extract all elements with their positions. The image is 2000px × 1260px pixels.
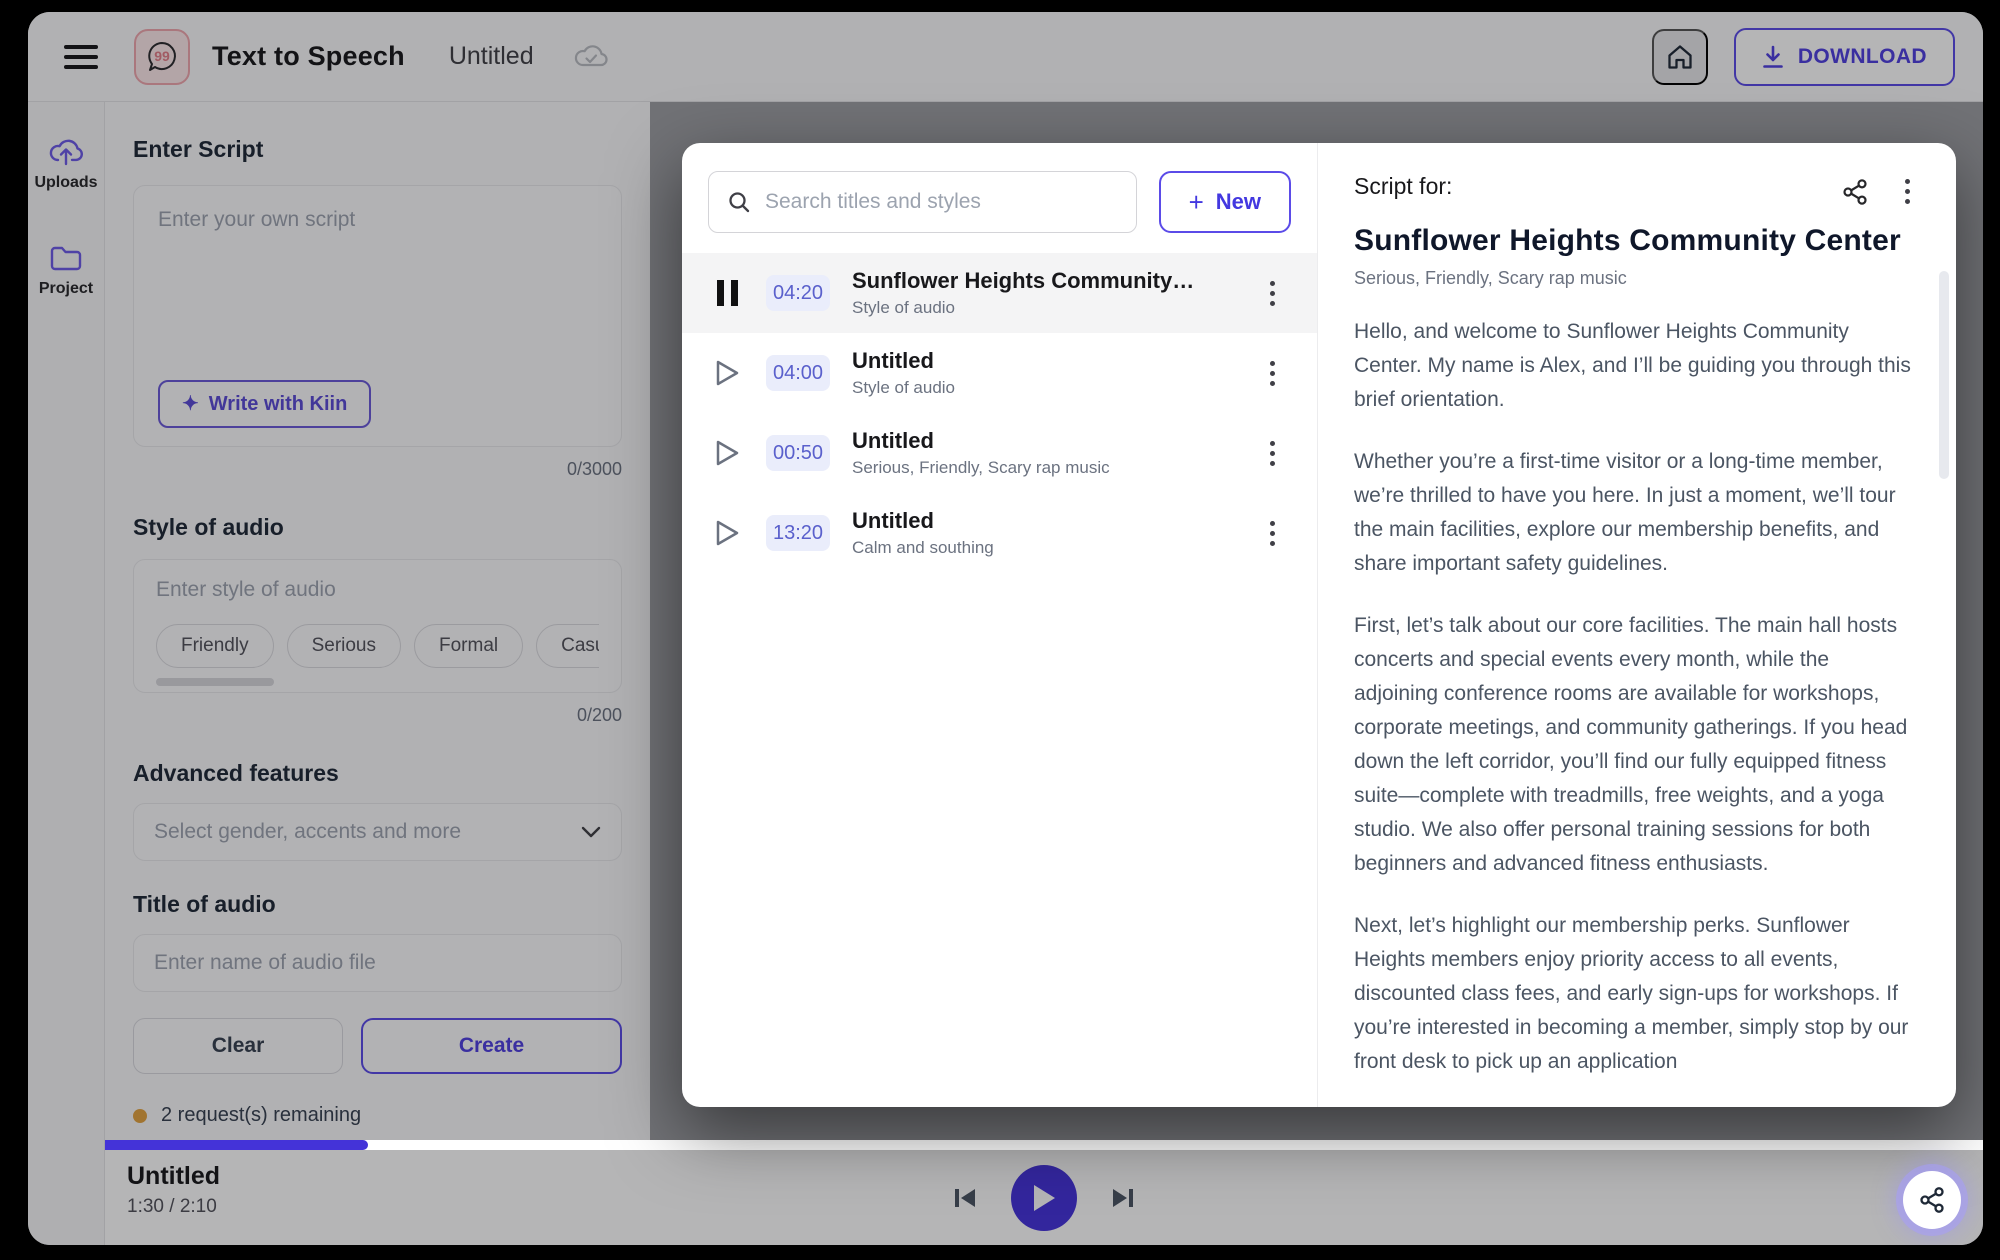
play-icon[interactable] <box>712 519 742 547</box>
plus-icon: + <box>1189 187 1204 218</box>
track-title: Untitled <box>852 508 1264 534</box>
track-menu-icon[interactable] <box>1264 515 1281 552</box>
duration-badge: 00:50 <box>766 435 830 471</box>
duration-badge: 04:00 <box>766 355 830 391</box>
share-icon <box>1918 1186 1946 1214</box>
progress-fill <box>105 1140 368 1150</box>
script-menu-icon[interactable] <box>1899 173 1916 210</box>
script-scrollbar[interactable] <box>1939 271 1949 479</box>
track-title: Untitled <box>852 348 1264 374</box>
playback-progress-track[interactable] <box>105 1140 1983 1150</box>
script-paragraph: Next, let’s highlight our membership per… <box>1354 909 1916 1079</box>
script-title: Sunflower Heights Community Center <box>1354 224 1916 258</box>
share-audio-button[interactable] <box>1903 1171 1961 1229</box>
track-title: Untitled <box>852 428 1264 454</box>
play-icon[interactable] <box>712 359 742 387</box>
script-styles: Serious, Friendly, Scary rap music <box>1354 268 1916 289</box>
track-row-active[interactable]: 04:20 Sunflower Heights Community… Style… <box>682 253 1317 333</box>
track-list: 04:20 Sunflower Heights Community… Style… <box>682 253 1317 573</box>
track-subtitle: Calm and southing <box>852 538 1264 558</box>
search-input[interactable] <box>765 190 1118 214</box>
search-field <box>708 171 1137 233</box>
play-icon[interactable] <box>712 439 742 467</box>
track-row[interactable]: 00:50 Untitled Serious, Friendly, Scary … <box>682 413 1317 493</box>
script-paragraph: First, let’s talk about our core facilit… <box>1354 609 1916 881</box>
duration-badge: 13:20 <box>766 515 830 551</box>
track-list-panel: + New 04:20 Sunflower Heights Community…… <box>682 143 1318 1107</box>
pause-icon[interactable] <box>712 280 742 306</box>
track-subtitle: Style of audio <box>852 298 1264 318</box>
script-paragraph: Whether you’re a first-time visitor or a… <box>1354 445 1916 581</box>
duration-badge: 04:20 <box>766 275 830 311</box>
track-row[interactable]: 13:20 Untitled Calm and southing <box>682 493 1317 573</box>
track-menu-icon[interactable] <box>1264 275 1281 312</box>
new-audio-button[interactable]: + New <box>1159 171 1291 233</box>
script-panel: Script for: Sunflower Heights Community … <box>1318 143 1956 1107</box>
track-row[interactable]: 04:00 Untitled Style of audio <box>682 333 1317 413</box>
share-icon[interactable] <box>1841 178 1869 206</box>
search-icon <box>727 190 751 214</box>
track-subtitle: Serious, Friendly, Scary rap music <box>852 458 1264 478</box>
new-button-label: New <box>1216 189 1261 215</box>
script-for-label: Script for: <box>1354 173 1452 200</box>
track-menu-icon[interactable] <box>1264 355 1281 392</box>
script-paragraph: Hello, and welcome to Sunflower Heights … <box>1354 315 1916 417</box>
library-modal: + New 04:20 Sunflower Heights Community…… <box>682 143 1956 1107</box>
track-subtitle: Style of audio <box>852 378 1264 398</box>
app-window: 99 Text to Speech Untitled DOWNLOAD <box>28 12 1983 1245</box>
track-title: Sunflower Heights Community… <box>852 268 1264 294</box>
track-menu-icon[interactable] <box>1264 435 1281 472</box>
script-body: Hello, and welcome to Sunflower Heights … <box>1354 315 1916 1079</box>
